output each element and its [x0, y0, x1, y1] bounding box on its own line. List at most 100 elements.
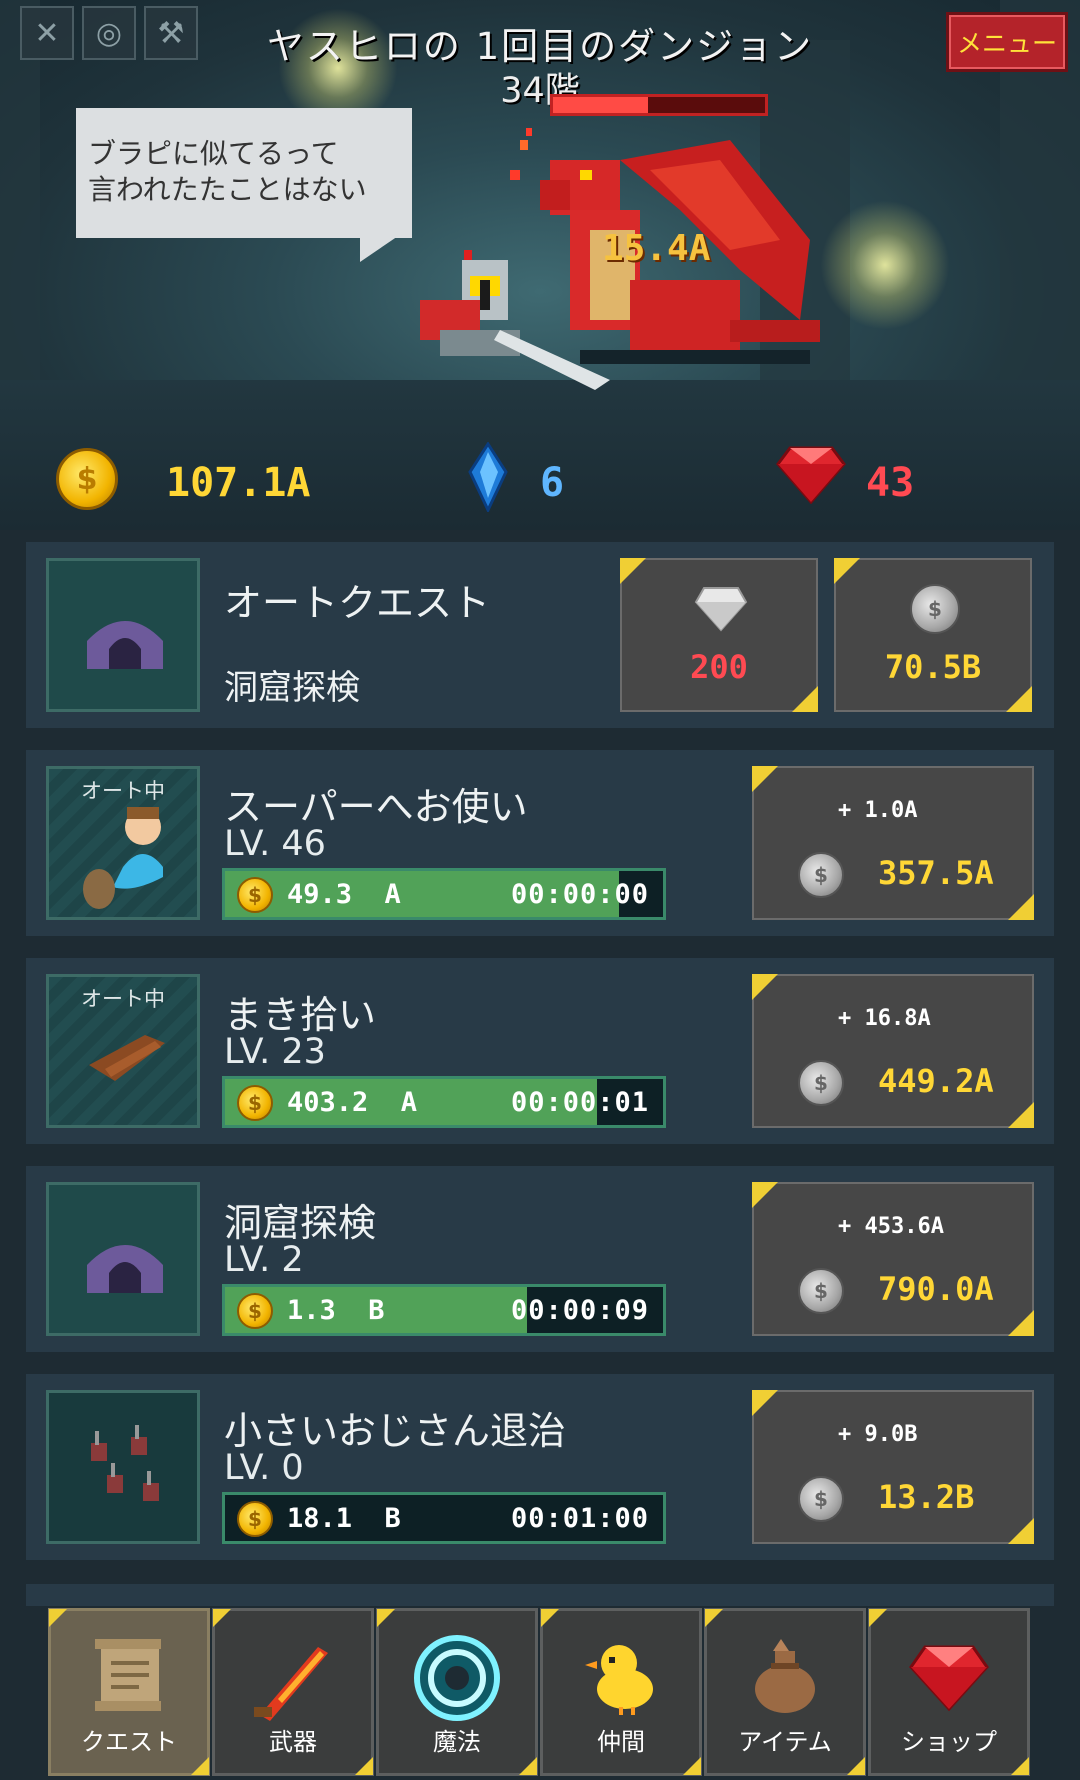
auto-quest-coin-button[interactable]: $ 70.5B [834, 558, 1032, 712]
quest-name: スーパーへお使い [224, 785, 528, 829]
quest-progress-bar: $ 18.1 B 00:01:00 [222, 1492, 666, 1544]
floor-number: 34階 [500, 71, 580, 111]
quest-level: LV. 0 [224, 1448, 304, 1488]
auto-quest-card: オートクエスト 洞窟探検 200 $ 70.5B [26, 542, 1054, 728]
quest-timer: 00:00:00 [510, 879, 649, 910]
auto-quest-thumbnail [46, 558, 200, 712]
tab-label: ショップ [901, 1728, 997, 1756]
little-men-icon [91, 1425, 159, 1501]
upgrade-increment: + 1.0A [838, 798, 918, 823]
silver-coin-icon: $ [798, 852, 844, 898]
silver-coin-icon: $ [910, 584, 960, 634]
quest-level: LV. 46 [224, 824, 326, 864]
quest-card: 洞窟探検 LV. 2 $ 1.3 B 00:00:09 + 453.6A $ 7… [26, 1166, 1054, 1352]
auto-quest-title: オートクエスト [224, 581, 491, 625]
gem-icon [909, 1645, 989, 1712]
quest-list[interactable]: オートクエスト 洞窟探検 200 $ 70.5B オート中 スーパーへお使い L… [0, 530, 1080, 1606]
quest-thumbnail [46, 1182, 200, 1336]
quest-progress-bar: $ 49.3 A 00:00:00 [222, 868, 666, 920]
scroll-icon [95, 1639, 161, 1711]
quest-thumbnail [46, 1390, 200, 1544]
quest-reward: 49.3 A [287, 879, 401, 910]
speech-bubble: ブラピに似てるって 言われたたことはない [76, 108, 412, 238]
damage-number: 15.4A [602, 228, 711, 269]
tab-companion[interactable]: 仲間 [540, 1608, 702, 1776]
tab-label: 仲間 [597, 1728, 645, 1756]
auto-quest-diamond-button[interactable]: 200 [620, 558, 818, 712]
quest-name: まき拾い [224, 993, 377, 1037]
currency-bar: $ 107.1A 6 43 [0, 430, 1080, 530]
crystal-amount: 6 [540, 460, 565, 506]
quest-thumbnail: オート中 [46, 766, 200, 920]
quest-progress-bar: $ 1.3 B 00:00:09 [222, 1284, 666, 1336]
speech-line: ブラピに似てるって [88, 137, 339, 170]
tab-label: アイテム [738, 1728, 832, 1756]
upgrade-button[interactable]: + 9.0B $ 13.2B [752, 1390, 1034, 1544]
upgrade-cost: 13.2B [878, 1478, 975, 1516]
next-quest-card-partial [26, 1584, 1054, 1606]
cave-icon [87, 621, 163, 669]
quest-level: LV. 2 [224, 1240, 304, 1280]
bag-icon [755, 1639, 815, 1713]
quest-name: 洞窟探検 [224, 1201, 377, 1245]
auto-quest-subtitle: 洞窟探検 [224, 668, 360, 708]
tab-item[interactable]: アイテム [704, 1608, 866, 1776]
diamond-cost: 200 [690, 648, 748, 686]
quest-card: オート中 まき拾い LV. 23 $ 403.2 A 00:00:01 + 16… [26, 958, 1054, 1144]
upgrade-button[interactable]: + 453.6A $ 790.0A [752, 1182, 1034, 1336]
upgrade-button[interactable]: + 1.0A $ 357.5A [752, 766, 1034, 920]
tab-quest[interactable]: クエスト [48, 1608, 210, 1776]
upgrade-cost: 790.0A [878, 1270, 994, 1308]
quest-reward: 403.2 A [287, 1087, 418, 1118]
upgrade-button[interactable]: + 16.8A $ 449.2A [752, 974, 1034, 1128]
bottom-nav: クエスト 武器 魔法 仲間 アイテム ショップ [0, 1606, 1080, 1780]
firewood-icon [89, 1035, 165, 1081]
upgrade-increment: + 9.0B [838, 1422, 918, 1447]
quest-reward: 1.3 B [287, 1295, 385, 1326]
knight-hero[interactable] [410, 240, 610, 400]
tab-magic[interactable]: 魔法 [376, 1608, 538, 1776]
quest-timer: 00:01:00 [510, 1503, 649, 1534]
magic-circle-icon [414, 1635, 500, 1721]
shopping-character-icon [83, 807, 163, 909]
upgrade-cost: 357.5A [878, 854, 994, 892]
upgrade-cost: 449.2A [878, 1062, 994, 1100]
tab-shop[interactable]: ショップ [868, 1608, 1030, 1776]
quest-name: 小さいおじさん退治 [224, 1409, 567, 1453]
tab-label: 武器 [269, 1728, 317, 1756]
quest-level: LV. 23 [224, 1032, 326, 1072]
quest-card: 小さいおじさん退治 LV. 0 $ 18.1 B 00:01:00 + 9.0B… [26, 1374, 1054, 1560]
chick-icon [585, 1645, 653, 1715]
gold-coin-icon: $ [237, 877, 273, 913]
coin-cost: 70.5B [884, 648, 982, 686]
tab-label: クエスト [81, 1728, 177, 1756]
speech-line: 言われたたことはない [88, 173, 367, 206]
quest-card: オート中 スーパーへお使い LV. 46 $ 49.3 A 00:00:00 +… [26, 750, 1054, 936]
gold-amount: 107.1A [166, 460, 311, 506]
gold-coin-icon: $ [56, 448, 118, 510]
silver-coin-icon: $ [798, 1476, 844, 1522]
upgrade-increment: + 16.8A [838, 1006, 931, 1031]
ruby-icon [776, 446, 846, 504]
quest-reward: 18.1 B [287, 1503, 401, 1534]
upgrade-increment: + 453.6A [838, 1214, 944, 1239]
quest-progress-bar: $ 403.2 A 00:00:01 [222, 1076, 666, 1128]
gem-amount: 43 [866, 460, 915, 506]
flame-sword-icon [254, 1647, 328, 1721]
gold-coin-icon: $ [237, 1085, 273, 1121]
menu-button[interactable]: メニュー [946, 12, 1068, 72]
tab-label: 魔法 [433, 1728, 481, 1756]
gold-coin-icon: $ [237, 1293, 273, 1329]
gold-coin-icon: $ [237, 1501, 273, 1537]
quest-thumbnail: オート中 [46, 974, 200, 1128]
auto-status-label: オート中 [81, 987, 165, 1011]
diamond-icon [694, 587, 748, 632]
tab-weapon[interactable]: 武器 [212, 1608, 374, 1776]
silver-coin-icon: $ [798, 1268, 844, 1314]
quest-timer: 00:00:01 [510, 1087, 649, 1118]
boss-hp-bar [550, 94, 768, 116]
crystal-icon [468, 442, 508, 512]
quest-timer: 00:00:09 [510, 1295, 649, 1326]
cave-icon [87, 1245, 163, 1293]
silver-coin-icon: $ [798, 1060, 844, 1106]
